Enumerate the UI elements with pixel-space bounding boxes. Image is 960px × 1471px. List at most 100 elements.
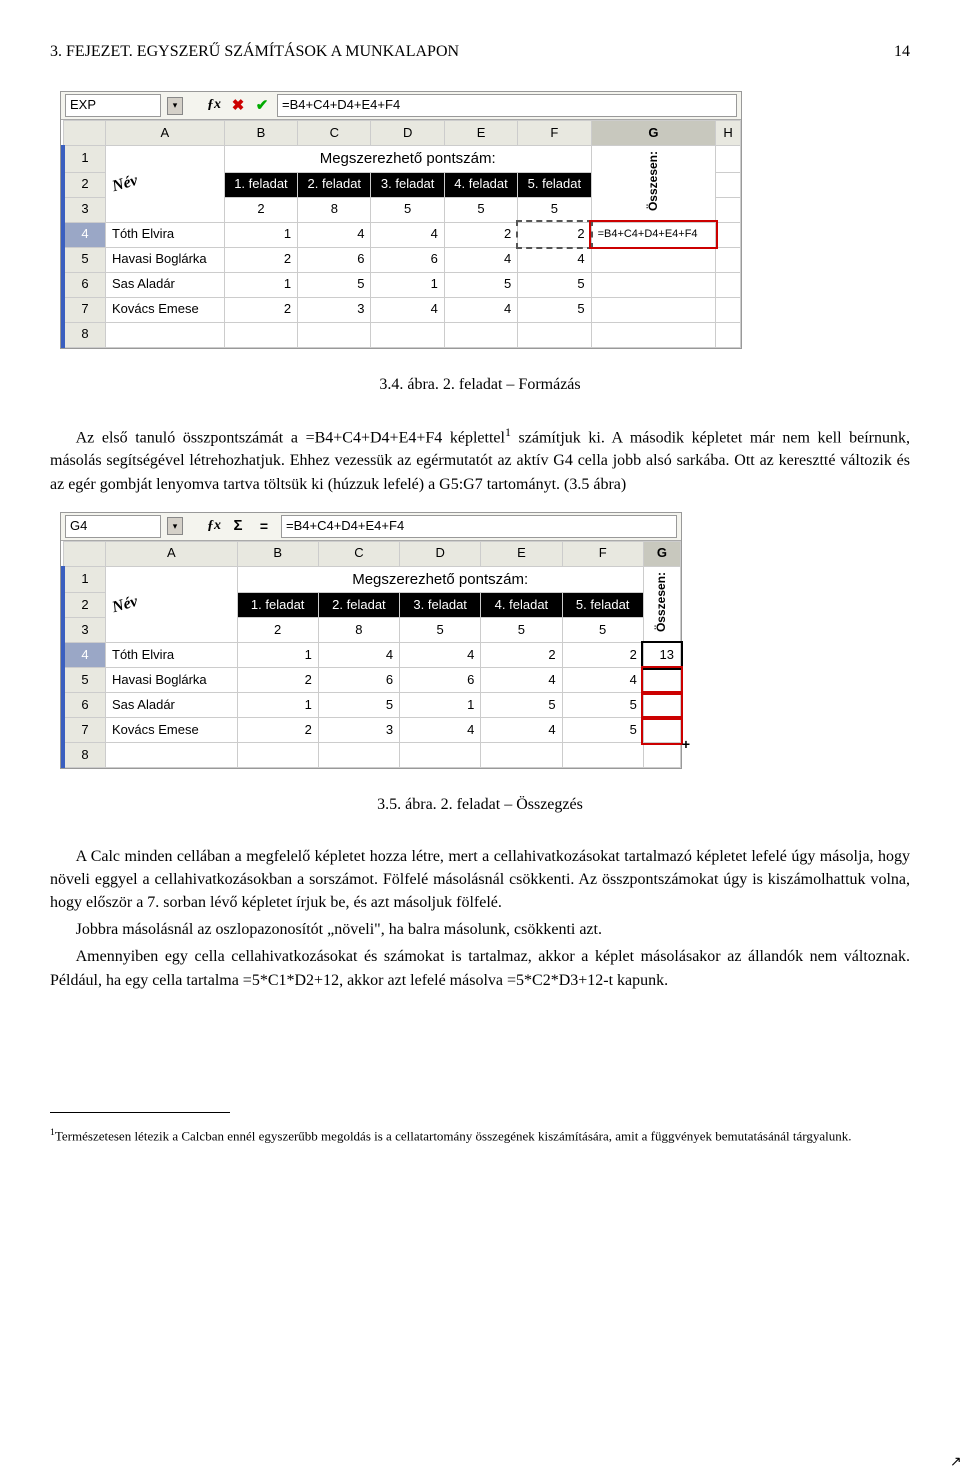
cell-task[interactable]: 4. feladat	[481, 593, 562, 618]
cell[interactable]	[298, 322, 371, 347]
row-header[interactable]: 2	[63, 172, 106, 197]
cell[interactable]: 5	[518, 297, 591, 322]
cell-osszesen[interactable]: Összesen:	[591, 146, 716, 223]
cell-name[interactable]: Sas Aladár	[106, 272, 225, 297]
cell-name[interactable]: Kovács Emese	[106, 297, 225, 322]
cell[interactable]: 4	[444, 247, 517, 272]
cell[interactable]	[716, 172, 741, 197]
cell[interactable]: 5	[298, 272, 371, 297]
cell-task[interactable]: 2. feladat	[298, 172, 371, 197]
cell[interactable]: 2	[481, 643, 562, 668]
cell-fill-range[interactable]	[643, 718, 680, 743]
cell[interactable]: 1	[224, 272, 297, 297]
cell[interactable]: 5	[518, 272, 591, 297]
cell-max[interactable]: 5	[400, 618, 481, 643]
cell-fill-range[interactable]	[643, 668, 680, 693]
cell-task[interactable]: 4. feladat	[444, 172, 517, 197]
cell-task[interactable]: 5. feladat	[562, 593, 643, 618]
row-header[interactable]: 3	[63, 197, 106, 222]
cell-name[interactable]: Tóth Elvira	[106, 643, 238, 668]
equals-icon[interactable]: =	[253, 517, 275, 535]
row-header[interactable]: 7	[63, 297, 106, 322]
cell-max[interactable]: 8	[298, 197, 371, 222]
cell[interactable]: 2	[518, 222, 591, 247]
accept-icon[interactable]: ✔	[253, 97, 271, 115]
row-header[interactable]: 3	[63, 618, 106, 643]
cell-max[interactable]: 8	[318, 618, 399, 643]
cell-name[interactable]: Tóth Elvira	[106, 222, 225, 247]
cell[interactable]: 2	[237, 718, 318, 743]
cell[interactable]	[716, 247, 741, 272]
row-header[interactable]: 8	[63, 322, 106, 347]
cell[interactable]: 4	[318, 643, 399, 668]
cell-task[interactable]: 2. feladat	[318, 593, 399, 618]
cell[interactable]	[237, 743, 318, 768]
cell[interactable]: 4	[400, 718, 481, 743]
cancel-icon[interactable]: ✖	[229, 97, 247, 115]
cell-name[interactable]: Sas Aladár	[106, 693, 238, 718]
cell[interactable]	[106, 743, 238, 768]
cell-max[interactable]: 5	[562, 618, 643, 643]
cell-max[interactable]: 5	[371, 197, 444, 222]
row-header[interactable]: 6	[63, 693, 106, 718]
cell[interactable]: 2	[444, 222, 517, 247]
cell[interactable]: 3	[298, 297, 371, 322]
name-box[interactable]: EXP	[65, 94, 161, 117]
cell[interactable]: 1	[400, 693, 481, 718]
cell[interactable]	[318, 743, 399, 768]
cell-max[interactable]: 5	[518, 197, 591, 222]
formula-input[interactable]: =B4+C4+D4+E4+F4	[281, 515, 677, 538]
corner-cell[interactable]	[63, 121, 106, 146]
name-box-dropdown[interactable]: ▾	[167, 97, 183, 115]
row-header-selected[interactable]: 4	[63, 643, 106, 668]
cell[interactable]: 6	[400, 668, 481, 693]
cell[interactable]	[716, 222, 741, 247]
cell[interactable]	[643, 743, 680, 768]
col-header-selected[interactable]: G	[591, 121, 716, 146]
cell[interactable]	[562, 743, 643, 768]
cell[interactable]: 6	[318, 668, 399, 693]
cell[interactable]	[444, 322, 517, 347]
cell[interactable]: 5	[444, 272, 517, 297]
cell[interactable]: 1	[237, 693, 318, 718]
cell[interactable]: 1	[371, 272, 444, 297]
corner-cell[interactable]	[63, 541, 106, 566]
col-header-selected[interactable]: G	[643, 541, 680, 566]
col-header[interactable]: D	[371, 121, 444, 146]
cell[interactable]	[224, 322, 297, 347]
col-header[interactable]: H	[716, 121, 741, 146]
cell[interactable]	[591, 272, 716, 297]
row-header[interactable]: 1	[63, 146, 106, 173]
cell-active[interactable]: 13	[643, 643, 680, 668]
cell[interactable]: 5	[481, 693, 562, 718]
cell[interactable]: 1	[237, 643, 318, 668]
cell-name[interactable]: Kovács Emese	[106, 718, 238, 743]
cell[interactable]	[591, 297, 716, 322]
sum-icon[interactable]: Σ	[229, 517, 247, 535]
name-box[interactable]: G4	[65, 515, 161, 538]
cell[interactable]	[591, 322, 716, 347]
name-box-dropdown[interactable]: ▾	[167, 517, 183, 535]
cell-title[interactable]: Megszerezhető pontszám:	[237, 566, 643, 593]
col-header[interactable]: F	[518, 121, 591, 146]
row-header[interactable]: 2	[63, 593, 106, 618]
cell-task[interactable]: 1. feladat	[237, 593, 318, 618]
cell[interactable]: 6	[298, 247, 371, 272]
col-header[interactable]: B	[224, 121, 297, 146]
col-header[interactable]: E	[444, 121, 517, 146]
cell[interactable]: 4	[518, 247, 591, 272]
cell[interactable]	[371, 322, 444, 347]
formula-input[interactable]: =B4+C4+D4+E4+F4	[277, 94, 737, 117]
cell[interactable]	[106, 322, 225, 347]
row-header[interactable]: 6	[63, 272, 106, 297]
cell[interactable]: 6	[371, 247, 444, 272]
cell-task[interactable]: 3. feladat	[400, 593, 481, 618]
row-header[interactable]: 7	[63, 718, 106, 743]
cell[interactable]: 5	[562, 718, 643, 743]
cell-task[interactable]: 3. feladat	[371, 172, 444, 197]
cell[interactable]: 4	[400, 643, 481, 668]
col-header[interactable]: C	[298, 121, 371, 146]
col-header[interactable]: B	[237, 541, 318, 566]
cell[interactable]: 4	[562, 668, 643, 693]
cell[interactable]: 4	[371, 297, 444, 322]
